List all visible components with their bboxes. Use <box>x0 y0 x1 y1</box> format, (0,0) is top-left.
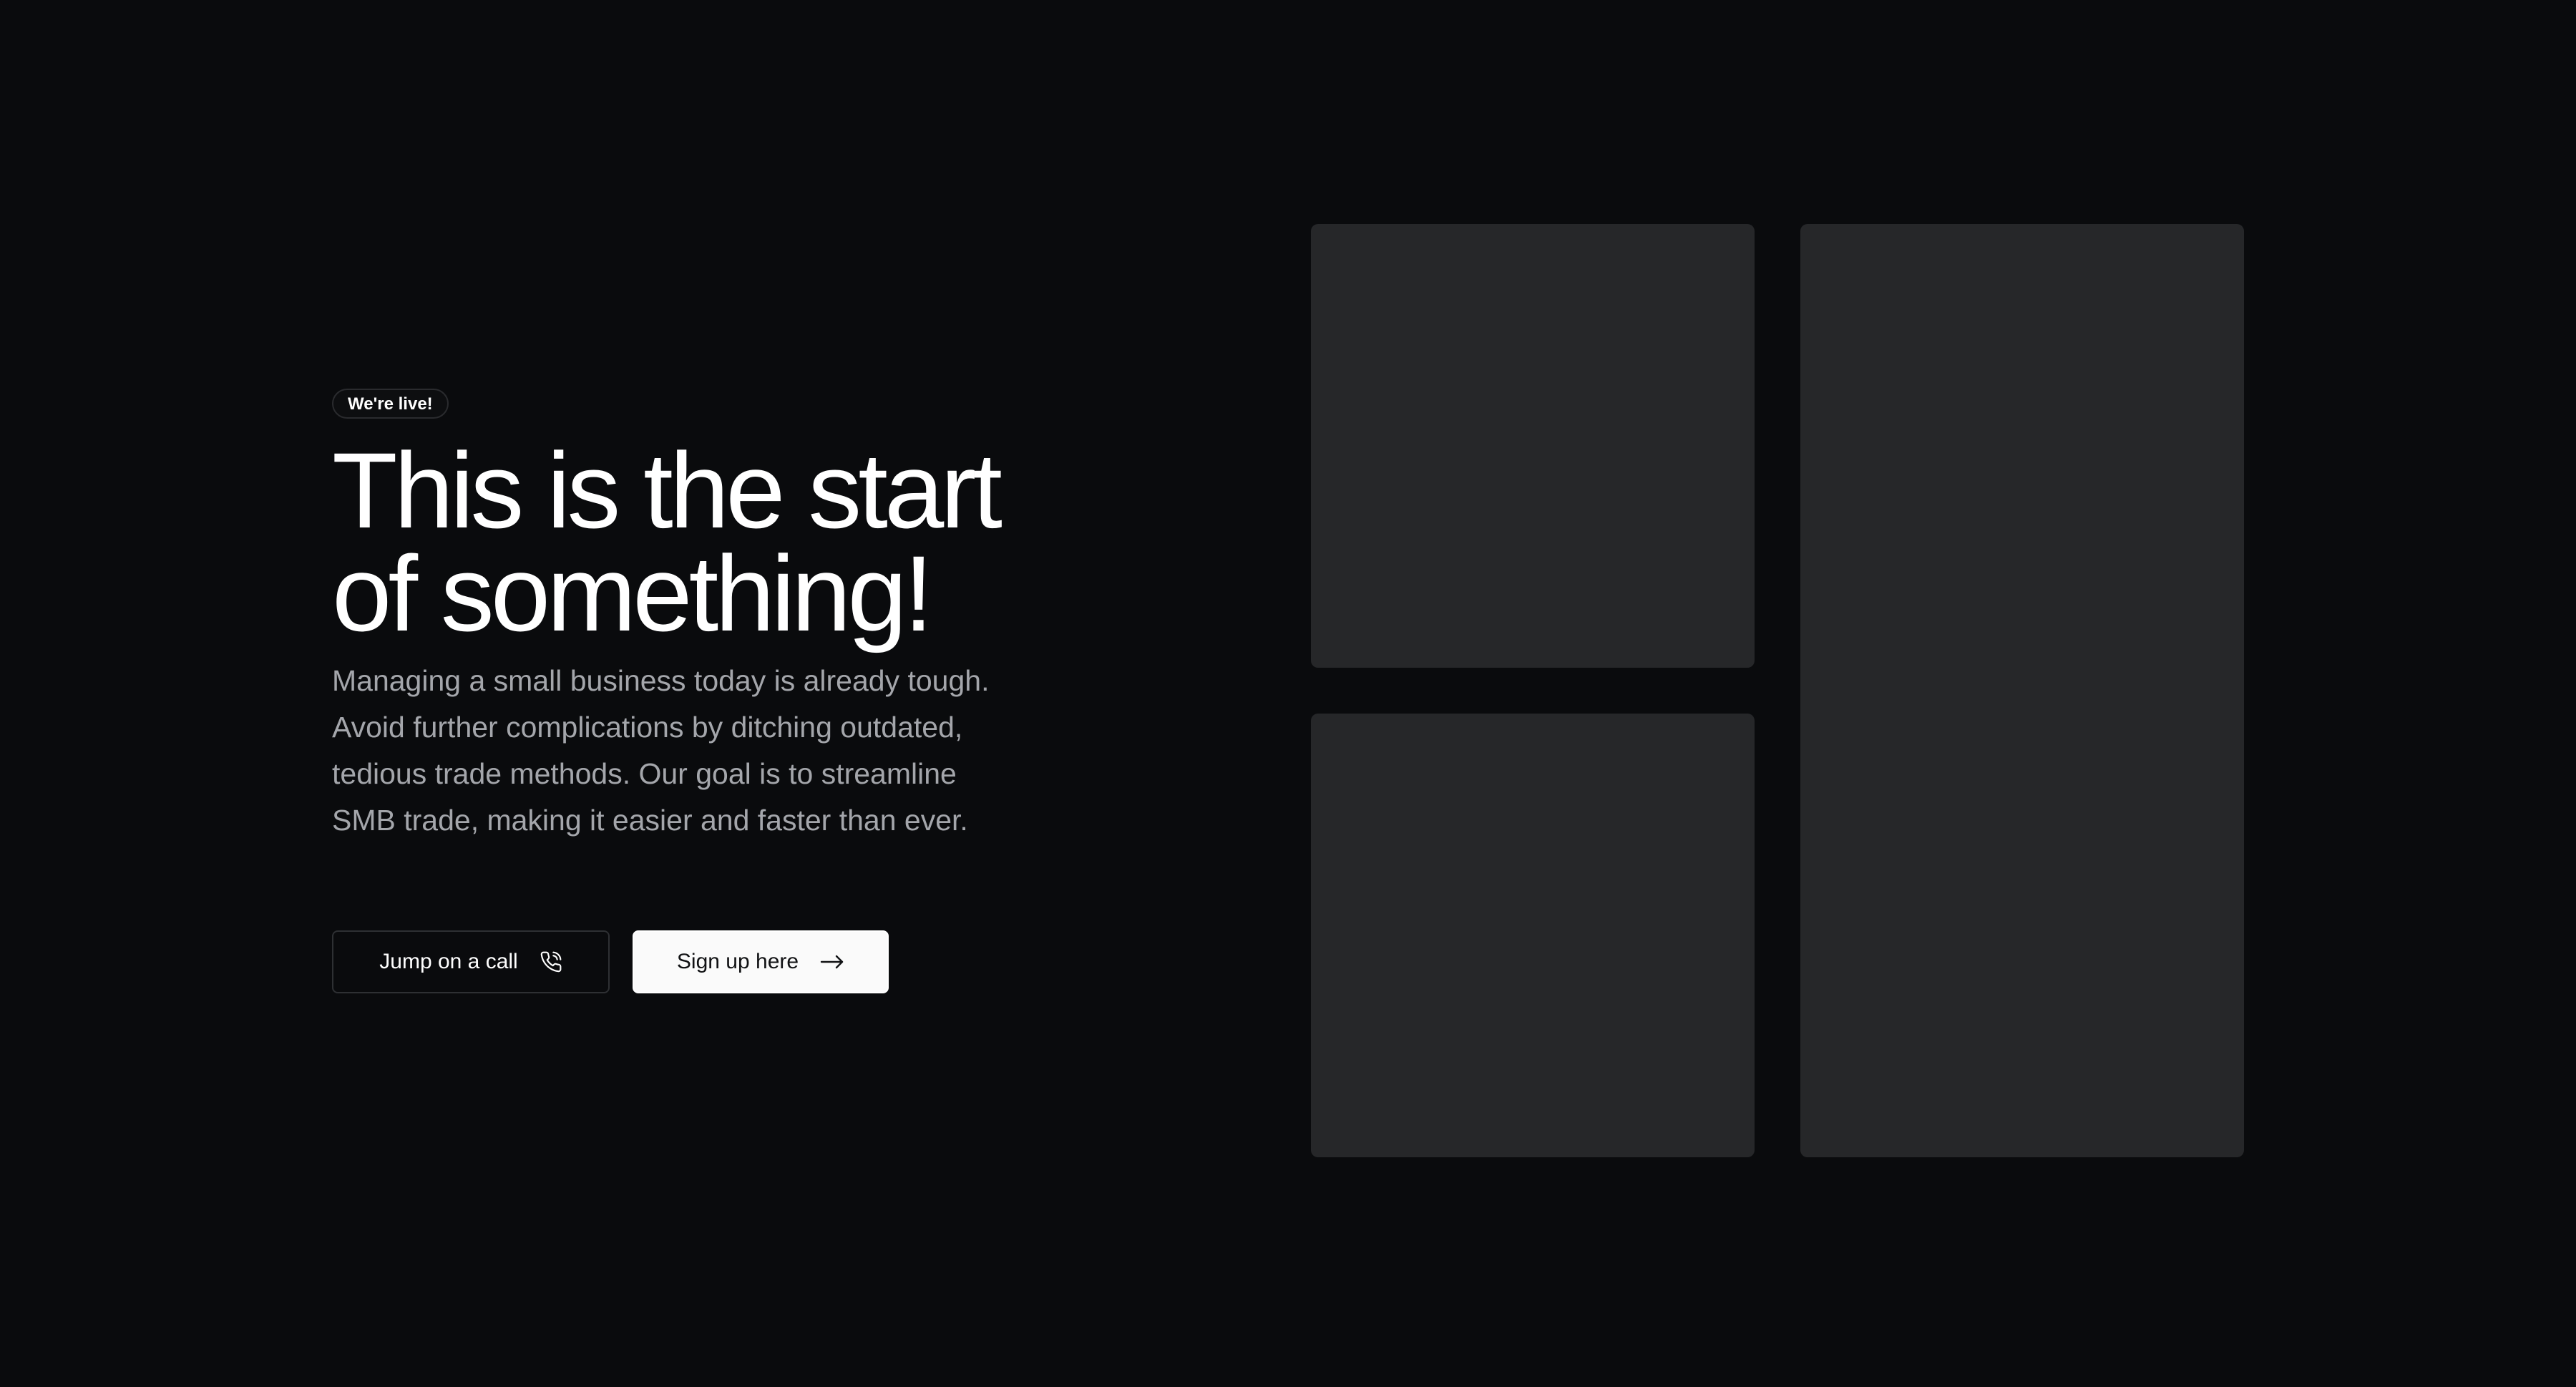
image-placeholder-top-left <box>1311 224 1755 668</box>
phone-icon <box>540 950 562 973</box>
hero-title: This is the start of something! <box>332 430 1002 653</box>
hero-section: We're live! This is the start of somethi… <box>332 389 1076 844</box>
jump-on-call-button[interactable]: Jump on a call <box>332 930 610 993</box>
hero-description: Managing a small business today is alrea… <box>332 664 990 837</box>
live-badge: We're live! <box>332 389 449 419</box>
hero-actions: Jump on a call Sign up here <box>332 930 889 993</box>
arrow-right-icon <box>820 953 844 970</box>
image-placeholder-tall-right <box>1800 224 2244 1157</box>
sign-up-label: Sign up here <box>676 950 799 973</box>
sign-up-button[interactable]: Sign up here <box>633 930 889 993</box>
jump-on-call-label: Jump on a call <box>379 950 518 973</box>
image-placeholder-bottom-left <box>1311 714 1755 1157</box>
